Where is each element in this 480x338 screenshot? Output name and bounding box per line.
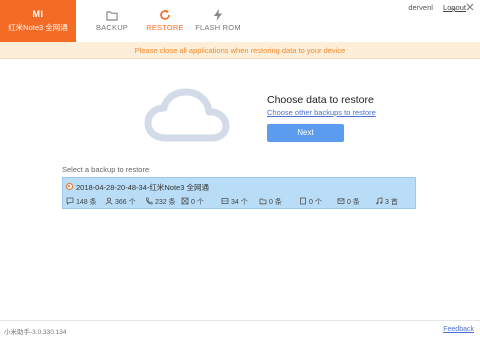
stat-notes-value: 0 个 <box>309 199 322 206</box>
contact-icon <box>105 197 113 205</box>
lightning-icon <box>194 8 242 21</box>
stat-music-value: 3 首 <box>385 199 398 206</box>
mail-icon <box>337 198 345 204</box>
tab-flash-rom[interactable]: FLASH ROM <box>194 0 242 42</box>
folder-icon <box>92 8 132 21</box>
feedback-link[interactable]: Feedback <box>443 326 474 333</box>
next-button[interactable]: Next <box>267 124 344 142</box>
close-icon[interactable] <box>466 3 474 11</box>
backup-list-item[interactable]: 2018-04-28-20-48-34-红米Note3 全网通 148 条 36… <box>62 177 416 209</box>
note-icon <box>300 197 306 205</box>
stat-files: 0 条 <box>259 197 282 207</box>
minimize-icon[interactable] <box>450 3 458 11</box>
tab-flash-label: FLASH ROM <box>195 23 241 32</box>
stat-calls-value: 232 条 <box>155 199 176 206</box>
tab-backup-label: BACKUP <box>95 23 129 32</box>
phone-icon <box>146 197 153 205</box>
tab-restore-label: RESTORE <box>146 23 184 32</box>
stat-music: 3 首 <box>375 197 398 207</box>
stat-apps-value: 0 个 <box>191 199 204 206</box>
message-icon <box>66 197 74 205</box>
backup-name: 2018-04-28-20-48-34-红米Note3 全网通 <box>76 183 209 192</box>
page-title: Choose data to restore <box>267 94 374 106</box>
tab-restore[interactable]: RESTORE <box>144 0 186 42</box>
restore-icon <box>144 8 186 20</box>
device-name: 红米Note3 全网通 <box>8 23 68 32</box>
choose-other-backups-link[interactable]: Choose other backups to restore <box>267 108 376 117</box>
stat-messages-value: 148 条 <box>76 199 97 206</box>
stat-gallery: 34 个 <box>221 197 248 207</box>
radio-selected[interactable] <box>66 183 73 190</box>
cloud-icon <box>144 88 236 144</box>
stat-contacts: 366 个 <box>105 197 136 207</box>
stat-contacts-value: 366 个 <box>115 199 136 206</box>
music-icon <box>376 197 383 205</box>
app-icon <box>181 197 189 205</box>
brand-block: MI 红米Note3 全网通 <box>0 0 76 42</box>
version-text: 小米助手-3.0.330.134 <box>4 329 67 336</box>
gallery-icon <box>221 198 229 204</box>
tab-backup[interactable]: BACKUP <box>92 0 132 42</box>
stat-mail: 0 条 <box>337 197 360 207</box>
warning-banner: Please close all applications when resto… <box>0 42 480 59</box>
stat-messages: 148 条 <box>66 197 97 207</box>
mi-logo: MI <box>32 9 44 19</box>
app-header: MI 红米Note3 全网通 BACKUP RESTORE FLASH ROM … <box>0 0 480 42</box>
stat-mail-value: 0 条 <box>347 199 360 206</box>
stat-apps: 0 个 <box>181 197 204 207</box>
stat-files-value: 0 条 <box>269 199 282 206</box>
backup-list-label: Select a backup to restore <box>62 165 150 174</box>
username: dervenl <box>408 3 433 12</box>
stat-notes: 0 个 <box>299 197 322 207</box>
stat-gallery-value: 34 个 <box>231 199 248 206</box>
status-bar: 小米助手-3.0.330.134 Feedback <box>0 320 480 338</box>
folder-icon <box>259 198 267 205</box>
stat-calls: 232 条 <box>145 197 176 207</box>
